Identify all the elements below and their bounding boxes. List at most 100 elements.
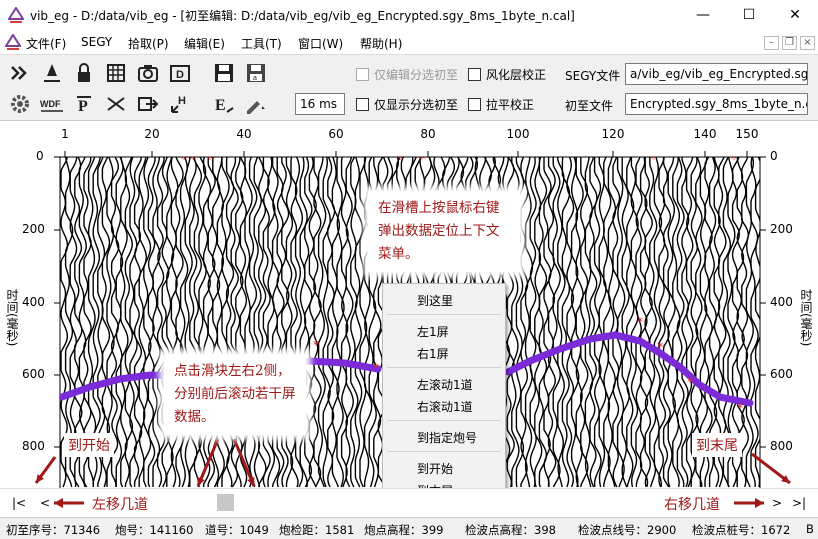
status-bar: 初至序号：71346 炮号：141160 道号：1049 炮检距：1581 炮点… [0, 517, 818, 539]
pick-marker: * [373, 361, 379, 375]
menu-item-goto-shot[interactable]: 到指定炮号 [417, 429, 477, 446]
menu-item-right-page[interactable]: 右1屏 [417, 345, 449, 362]
pick-marker: * [397, 152, 403, 166]
seismic-trace [621, 157, 630, 488]
scroll-click-callout: 点击滑块左右2侧，分别前后滚动若干屏数据。 [164, 354, 306, 435]
pen-dropdown-icon[interactable] [244, 92, 268, 116]
flatten-correction-label: 拉平校正 [486, 98, 535, 112]
seismic-trace [745, 157, 755, 488]
svg-text:D: D [176, 69, 184, 81]
pick-marker: * [651, 152, 657, 166]
export-arrow-icon[interactable] [136, 92, 160, 116]
menu-item-goto-here[interactable]: 到这里 [417, 292, 453, 309]
pick-marker: * [190, 152, 196, 166]
menu-help[interactable]: 帮助(H) [360, 35, 402, 52]
seismic-trace [354, 157, 364, 488]
scroll-prev-button[interactable]: < [40, 496, 50, 510]
seismic-trace [225, 157, 235, 488]
status-offset: 炮检距：1581 [279, 523, 355, 537]
scroll-last-button[interactable]: >| [792, 496, 806, 510]
seismic-trace [584, 157, 594, 488]
close-button[interactable]: ✕ [772, 0, 818, 31]
status-shot-no: 炮号：141160 [115, 523, 194, 537]
save-as-icon[interactable]: a [244, 61, 268, 85]
seismic-trace [179, 157, 189, 488]
mdi-minimize-button[interactable]: – [764, 36, 779, 50]
status-recv-station: 检波点桩号：1672 [692, 523, 791, 537]
maximize-button[interactable]: ☐ [726, 0, 772, 31]
pick-p-icon[interactable]: P [72, 92, 96, 116]
scroll-thumb[interactable] [217, 494, 234, 511]
firstbreak-file-label: 初至文件 [565, 99, 614, 113]
svg-text:a: a [253, 75, 257, 82]
app-logo-icon [5, 34, 21, 50]
pick-marker: * [657, 340, 663, 354]
minimize-button[interactable]: — [680, 0, 726, 31]
seismic-trace [276, 157, 286, 488]
menu-file[interactable]: 文件(F) [26, 35, 66, 52]
menu-bar: 文件(F) SEGY 拾取(P) 编辑(E) 工具(T) 窗口(W) 帮助(H)… [0, 31, 818, 54]
edit-e-icon[interactable]: E [212, 92, 236, 116]
menu-window[interactable]: 窗口(W) [298, 35, 343, 52]
fast-forward-icon[interactable] [8, 61, 32, 85]
lock-icon[interactable] [72, 61, 96, 85]
scroll-next-button[interactable]: > [772, 496, 782, 510]
seismic-trace [336, 157, 345, 488]
app-icon [8, 7, 24, 23]
menu-separator [387, 420, 501, 421]
mdi-close-button[interactable]: × [800, 36, 815, 50]
pick-marker: * [731, 152, 737, 166]
seismic-trace [230, 157, 239, 488]
pick-marker: * [737, 401, 743, 415]
header-h-icon[interactable]: H [168, 92, 192, 116]
seismic-trace [294, 157, 304, 488]
svg-text:WDF: WDF [40, 99, 61, 109]
trace-scrollbar[interactable]: |< < 左移几道 右移几道 > >| [0, 488, 818, 517]
gear-icon[interactable] [8, 92, 32, 116]
firstbreak-file-field[interactable]: Encrypted.sgy_8ms_1byte_n.cal [625, 93, 808, 115]
mdi-restore-button[interactable]: ❐ [782, 36, 797, 50]
status-recv-elev: 检波点高程：398 [465, 523, 556, 537]
menu-pick[interactable]: 拾取(P) [128, 35, 169, 52]
seismic-trace [202, 157, 212, 488]
table-icon[interactable] [104, 61, 128, 85]
menu-item-left-page[interactable]: 左1屏 [417, 323, 449, 340]
seismic-trace [129, 157, 138, 488]
show-selected-only-checkbox[interactable]: 仅显示分选初至 [356, 96, 458, 112]
menu-item-scroll-left[interactable]: 左滚动1道 [417, 376, 473, 393]
seismic-trace [589, 157, 598, 488]
scroll-first-button[interactable]: |< [12, 496, 26, 510]
font-size-field[interactable]: 16 ms [295, 93, 345, 115]
to-end-annotation: 到末尾 [692, 433, 742, 457]
data-locate-context-menu: 到这里 左1屏 右1屏 左滚动1道 右滚动1道 到指定炮号 到开始 到末尾 [382, 283, 506, 502]
right-click-callout: 在滑槽上按鼠标右键弹出数据定位上下文菜单。 [368, 191, 520, 272]
menu-item-scroll-right[interactable]: 右滚动1道 [417, 398, 473, 415]
svg-text:P: P [78, 98, 88, 115]
seismic-trace [239, 157, 248, 488]
pick-marker: * [637, 315, 643, 329]
wdf-icon[interactable]: WDF [40, 92, 64, 116]
swap-icon[interactable] [104, 92, 128, 116]
status-trailing: B [806, 522, 814, 536]
save-icon[interactable] [212, 61, 236, 85]
pick-marker: * [313, 338, 319, 352]
seismic-trace [147, 157, 156, 488]
pick-marker: * [687, 375, 693, 389]
camera-icon[interactable] [136, 61, 160, 85]
segy-file-label: SEGY文件 [565, 69, 621, 83]
seismic-trace [359, 157, 368, 488]
menu-tools[interactable]: 工具(T) [241, 35, 282, 52]
seismic-trace [331, 157, 341, 488]
menu-item-goto-start[interactable]: 到开始 [417, 460, 453, 477]
data-file-icon[interactable]: D [168, 61, 192, 85]
weathering-correction-checkbox[interactable]: 风化层校正 [468, 66, 546, 82]
seismic-trace [189, 157, 198, 487]
menu-segy[interactable]: SEGY [81, 35, 112, 49]
menu-edit[interactable]: 编辑(E) [184, 35, 225, 52]
segy-file-field[interactable]: a/vib_eg/vib_eg_Encrypted.sgy [625, 63, 808, 85]
status-first-break-no: 初至序号：71346 [6, 523, 101, 537]
pick-arrow-icon[interactable] [40, 61, 64, 85]
flatten-correction-checkbox[interactable]: 拉平校正 [468, 96, 534, 112]
edit-selected-only-checkbox[interactable]: 仅编辑分选初至 [356, 66, 458, 82]
seismic-trace [244, 157, 253, 488]
